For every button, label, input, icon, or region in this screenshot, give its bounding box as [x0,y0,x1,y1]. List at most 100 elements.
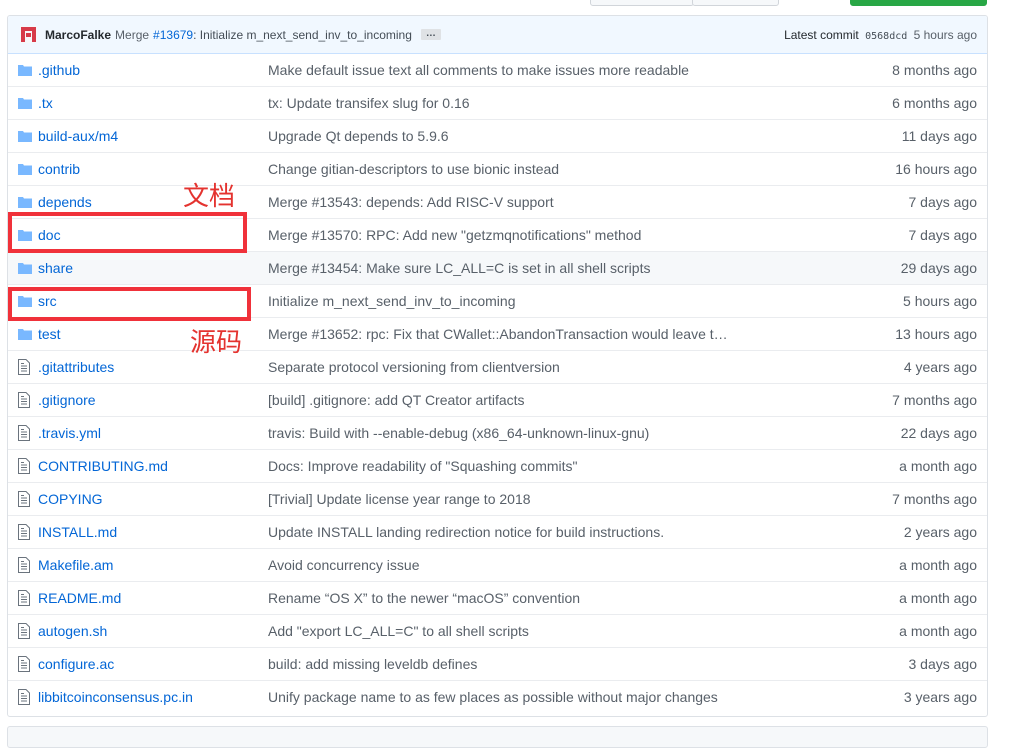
file-name-link[interactable]: share [38,260,268,276]
commit-message-link[interactable]: Add "export LC_ALL=C" to all shell scrip… [268,623,758,639]
commit-message-link[interactable]: Unify package name to as few places as p… [268,689,758,705]
file-row: .github Make default issue text all comme… [8,54,987,86]
file-row: build-aux/m4 Upgrade Qt depends to 5.9.6 1… [8,119,987,152]
file-icon [18,524,36,540]
commit-message-link[interactable]: Rename “OS X” to the newer “macOS” conve… [268,590,758,606]
file-name-link[interactable]: contrib [38,161,268,177]
folder-icon [18,328,36,340]
doc-highlight-box [8,212,247,253]
commit-message-link[interactable]: tx: Update transifex slug for 0.16 [268,95,758,111]
commit-age: a month ago [899,623,977,639]
file-name-link[interactable]: autogen.sh [38,623,268,639]
file-row: contrib Change gitian-descriptors to use … [8,152,987,185]
file-row: CONTRIBUTING.md Docs: Improve readability… [8,449,987,482]
top-button-2[interactable] [692,0,779,6]
file-name-link[interactable]: libbitcoinconsensus.pc.in [38,689,268,705]
latest-commit-info: Latest commit 0568dcd 5 hours ago [784,28,977,42]
file-icon [18,458,36,474]
commit-message-link[interactable]: [build] .gitignore: add QT Creator artif… [268,392,758,408]
commit-age: 29 days ago [900,260,977,276]
commit-message-link[interactable]: Avoid concurrency issue [268,557,758,573]
src-annotation: 源码 [190,328,243,358]
commit-age: a month ago [899,458,977,474]
src-highlight-box [8,287,251,321]
commit-message-link[interactable]: Merge #13652: rpc: Fix that CWallet::Aba… [268,326,758,342]
file-row: autogen.sh Add "export LC_ALL=C" to all s… [8,614,987,647]
folder-icon [18,262,36,274]
commit-message-link[interactable]: build: add missing leveldb defines [268,656,758,672]
file-icon [18,425,36,441]
file-row: .tx tx: Update transifex slug for 0.16 6 m… [8,86,987,119]
commit-age: 7 months ago [892,491,977,507]
file-name-link[interactable]: INSTALL.md [38,524,268,540]
file-icon [18,590,36,606]
file-row: README.md Rename “OS X” to the newer “mac… [8,581,987,614]
file-name-link[interactable]: CONTRIBUTING.md [38,458,268,474]
file-name-link[interactable]: Makefile.am [38,557,268,573]
commit-age: 4 years ago [903,359,977,375]
expand-commit-button[interactable]: … [420,29,441,40]
commit-merge-text: Merge [115,27,150,42]
commit-message-link[interactable]: Merge #13543: depends: Add RISC-V suppor… [268,194,758,210]
commit-message-link[interactable]: [Trivial] Update license year range to 2… [268,491,758,507]
file-row: .travis.yml travis: Build with --enable-d… [8,416,987,449]
commit-message-link[interactable]: Merge #13454: Make sure LC_ALL=C is set … [268,260,758,276]
commit-age: 7 days ago [908,194,978,210]
file-icon [18,656,36,672]
commit-message-link[interactable]: Upgrade Qt depends to 5.9.6 [268,128,758,144]
file-icon [18,689,36,705]
commit-pr-link[interactable]: #13679 [153,28,193,42]
commit-age: 8 months ago [892,62,977,78]
commit-message[interactable]: : Initialize m_next_send_inv_to_incoming [193,28,412,42]
author-avatar[interactable] [20,26,37,43]
commit-message-link[interactable]: Change gitian-descriptors to use bionic … [268,161,758,177]
file-icon [18,623,36,639]
file-name-link[interactable]: .tx [38,95,268,111]
file-name-link[interactable]: .gitignore [38,392,268,408]
latest-commit-label: Latest commit [784,27,859,42]
readme-box [7,726,988,748]
commit-age: 2 years ago [903,524,977,540]
clone-download-button[interactable] [850,0,987,6]
file-name-link[interactable]: build-aux/m4 [38,128,268,144]
file-name-link[interactable]: README.md [38,590,268,606]
commit-message-link[interactable]: Update INSTALL landing redirection notic… [268,524,758,540]
commit-sha[interactable]: 0568dcd [865,31,907,42]
file-icon [18,359,36,375]
commit-message-link[interactable]: Make default issue text all comments to … [268,62,758,78]
commit-age: 6 months ago [892,95,977,111]
file-name-link[interactable]: configure.ac [38,656,268,672]
file-rows: .github Make default issue text all comme… [8,54,987,713]
doc-annotation: 文档 [183,182,236,212]
top-button-1[interactable] [590,0,694,6]
commit-age: 22 days ago [900,425,977,441]
commit-age: a month ago [899,590,977,606]
file-row: share Merge #13454: Make sure LC_ALL=C is… [8,251,987,284]
file-list-box: MarcoFalke Merge #13679 : Initialize m_n… [7,15,988,717]
commit-author[interactable]: MarcoFalke [45,28,111,42]
commit-age: 3 years ago [903,689,977,705]
file-row: test Merge #13652: rpc: Fix that CWallet:… [8,317,987,350]
file-name-link[interactable]: .gitattributes [38,359,268,375]
commit-age: 16 hours ago [895,161,977,177]
commit-message-link[interactable]: Docs: Improve readability of "Squashing … [268,458,758,474]
file-name-link[interactable]: .travis.yml [38,425,268,441]
file-row: INSTALL.md Update INSTALL landing redirec… [8,515,987,548]
latest-commit-bar: MarcoFalke Merge #13679 : Initialize m_n… [8,16,987,54]
commit-message-link[interactable]: travis: Build with --enable-debug (x86_6… [268,425,758,441]
folder-icon [18,163,36,175]
file-row: .gitattributes Separate protocol versioni… [8,350,987,383]
file-row: configure.ac build: add missing leveldb d… [8,647,987,680]
commit-message-link[interactable]: Merge #13570: RPC: Add new "getzmqnotifi… [268,227,758,243]
folder-icon [18,130,36,142]
file-row: COPYING [Trivial] Update license year ran… [8,482,987,515]
commit-message-link[interactable]: Separate protocol versioning from client… [268,359,758,375]
commit-age: 13 hours ago [895,326,977,342]
commit-age: 7 months ago [892,392,977,408]
file-name-link[interactable]: COPYING [38,491,268,507]
folder-icon [18,97,36,109]
commit-age: 5 hours ago [913,27,977,42]
commit-message-link[interactable]: Initialize m_next_send_inv_to_incoming [268,293,758,309]
folder-icon [18,64,36,76]
file-name-link[interactable]: .github [38,62,268,78]
